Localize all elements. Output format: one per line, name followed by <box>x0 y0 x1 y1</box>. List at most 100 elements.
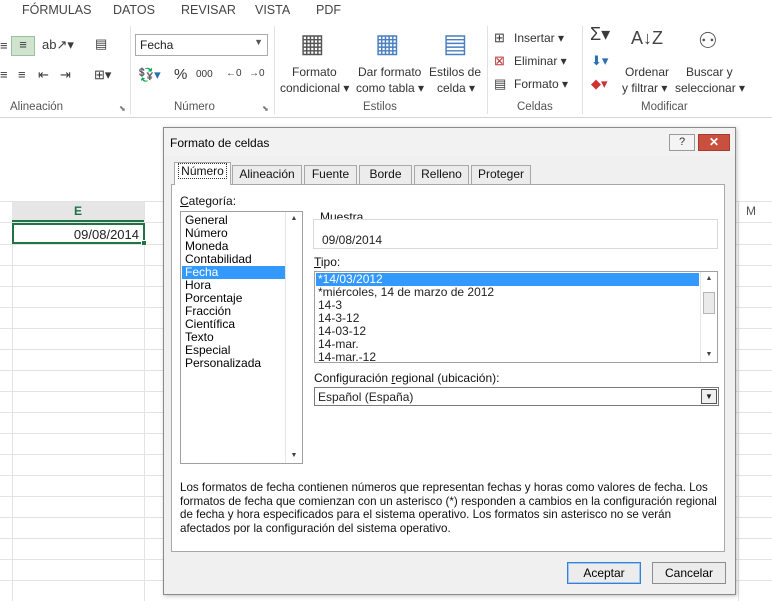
autosum-icon[interactable]: Σ▾ <box>590 25 610 43</box>
tab-fuente[interactable]: Fuente <box>304 165 357 184</box>
format-description: Los formatos de fecha contienen números … <box>180 481 717 535</box>
binoculars-icon[interactable]: ⚇ <box>698 28 718 54</box>
ribbon-separator <box>274 26 275 114</box>
format-cells-icon[interactable]: ▤ <box>494 76 506 92</box>
sort-filter-icon[interactable]: A↓Z <box>631 28 663 48</box>
scroll-up-icon[interactable]: ▲ <box>701 272 717 286</box>
column-header-e[interactable]: E <box>12 202 144 222</box>
sample-preview: 09/08/2014 <box>313 219 718 249</box>
close-icon: ✕ <box>708 135 720 149</box>
align-right-icon[interactable]: ≡ <box>0 38 8 54</box>
tab-numero[interactable]: Número <box>174 162 231 185</box>
conditional-format-line1[interactable]: Formato <box>292 65 337 79</box>
list-item[interactable]: Personalizada <box>182 357 285 370</box>
tab-formulas[interactable]: FÓRMULAS <box>22 3 91 17</box>
tab-revisar[interactable]: REVISAR <box>181 3 236 17</box>
number-format-value: Fecha <box>140 38 174 52</box>
cell-styles-icon[interactable]: ▤ <box>443 28 468 58</box>
ribbon-tab-bar: FÓRMULAS DATOS REVISAR VISTA PDF <box>0 0 772 22</box>
grid-line <box>738 201 739 601</box>
tab-vista[interactable]: VISTA <box>255 3 290 17</box>
format-button[interactable]: Formato ▾ <box>514 77 568 91</box>
thousands-button[interactable]: 000 <box>196 69 213 80</box>
tab-alineacion[interactable]: Alineación <box>232 165 302 184</box>
scroll-down-icon[interactable]: ▼ <box>286 449 302 463</box>
group-label-estilos: Estilos <box>363 101 397 113</box>
group-label-celdas: Celdas <box>517 101 553 113</box>
categoria-label: Categoría: <box>180 194 237 208</box>
regional-value: Español (España) <box>318 390 414 404</box>
chevron-down-icon[interactable]: ▼ <box>701 389 717 404</box>
number-format-combo[interactable]: Fecha ▼ <box>135 34 268 56</box>
selected-cell-e[interactable]: 09/08/2014 <box>12 223 147 246</box>
tab-borde[interactable]: Borde <box>359 165 412 184</box>
decrease-decimal-icon[interactable]: →0 <box>249 66 265 82</box>
merge-center-icon[interactable]: ⊞▾ <box>94 67 111 83</box>
type-list[interactable]: *14/03/2012 *miércoles, 14 de marzo de 2… <box>314 271 718 363</box>
delete-cells-icon[interactable]: ⊠ <box>494 53 505 69</box>
column-header-m[interactable]: M <box>746 204 756 218</box>
align-center-icon[interactable]: ≡ <box>18 67 26 83</box>
delete-button[interactable]: Eliminar ▾ <box>514 54 567 68</box>
tipo-label: Tipo: <box>314 255 341 269</box>
find-select-line1[interactable]: Buscar y <box>686 65 733 79</box>
tab-relleno[interactable]: Relleno <box>414 165 469 184</box>
sort-filter-line1[interactable]: Ordenar <box>625 65 669 79</box>
cell-styles-line1[interactable]: Estilos de <box>429 65 481 79</box>
sample-value: 09/08/2014 <box>322 233 383 247</box>
chevron-down-icon: ▼ <box>254 37 263 47</box>
format-as-table-line2[interactable]: como tabla ▾ <box>356 81 424 95</box>
ribbon-separator <box>487 26 488 114</box>
align-left-icon[interactable]: ≡ <box>0 67 8 83</box>
percent-button[interactable]: % <box>174 66 187 83</box>
list-item[interactable]: 14-3-12 <box>316 312 699 325</box>
tab-panel-numero: Categoría: General Número Moneda Contabi… <box>171 184 725 552</box>
tab-proteger[interactable]: Proteger <box>471 165 531 184</box>
fill-handle[interactable] <box>141 240 147 246</box>
tab-pdf[interactable]: PDF <box>316 3 341 17</box>
list-item[interactable]: 14-03-12 <box>316 325 699 338</box>
wrap-text-icon[interactable]: ▤ <box>95 36 107 52</box>
ribbon: ≡ ≡ ab↗▾ ▤ ≡ ≡ ⇤ ⇥ ⊞▾ Alineación ⬊ Fecha… <box>0 22 772 118</box>
regional-label: Configuración regional (ubicación): <box>314 371 500 385</box>
increase-decimal-icon[interactable]: ←0 <box>226 66 242 82</box>
clear-icon[interactable]: ◆▾ <box>591 76 608 92</box>
decrease-indent-icon[interactable]: ⇤ <box>38 67 49 83</box>
category-scrollbar[interactable]: ▲ ▼ <box>285 212 302 463</box>
list-item[interactable]: *miércoles, 14 de marzo de 2012 <box>316 286 699 299</box>
cancel-button[interactable]: Cancelar <box>652 562 726 584</box>
conditional-format-icon[interactable]: ▦ <box>300 28 325 58</box>
list-item[interactable]: 14-mar.-12 <box>316 351 699 363</box>
type-scrollbar[interactable]: ▲ ▼ <box>700 272 717 362</box>
insert-button[interactable]: Insertar ▾ <box>514 31 564 45</box>
dialog-titlebar[interactable]: Formato de celdas ? ✕ <box>164 128 735 156</box>
format-as-table-line1[interactable]: Dar formato <box>358 65 421 79</box>
format-cells-dialog: Formato de celdas ? ✕ Número Alineación … <box>163 127 736 595</box>
scroll-thumb[interactable] <box>703 292 715 314</box>
align-middle-icon[interactable]: ≡ <box>11 36 35 56</box>
grid-line <box>144 201 145 601</box>
orientation-icon[interactable]: ab↗▾ <box>42 37 74 53</box>
sort-filter-line2[interactable]: y filtrar ▾ <box>622 81 667 95</box>
increase-indent-icon[interactable]: ⇥ <box>60 67 71 83</box>
regional-select[interactable]: Español (España) ▼ <box>314 387 719 406</box>
insert-cells-icon[interactable]: ⊞ <box>494 30 505 46</box>
format-as-table-icon[interactable]: ▦ <box>375 28 400 58</box>
find-select-line2[interactable]: seleccionar ▾ <box>675 81 745 95</box>
tab-datos[interactable]: DATOS <box>113 3 155 17</box>
category-list[interactable]: General Número Moneda Contabilidad Fecha… <box>180 211 303 464</box>
close-button[interactable]: ✕ <box>698 134 730 151</box>
dialog-launcher-icon[interactable]: ⬊ <box>119 104 126 113</box>
list-item[interactable]: 14-3 <box>316 299 699 312</box>
dialog-launcher-icon[interactable]: ⬊ <box>262 104 269 113</box>
scroll-down-icon[interactable]: ▼ <box>701 348 717 362</box>
ok-button[interactable]: Aceptar <box>567 562 641 584</box>
conditional-format-line2[interactable]: condicional ▾ <box>280 81 349 95</box>
help-button[interactable]: ? <box>669 134 695 151</box>
currency-icon[interactable]: 💱▾ <box>138 67 161 83</box>
group-label-alineacion: Alineación <box>10 101 64 113</box>
scroll-up-icon[interactable]: ▲ <box>286 212 302 226</box>
fill-icon[interactable]: ⬇▾ <box>591 53 608 69</box>
cell-styles-line2[interactable]: celda ▾ <box>437 81 475 95</box>
ribbon-separator <box>130 26 131 114</box>
